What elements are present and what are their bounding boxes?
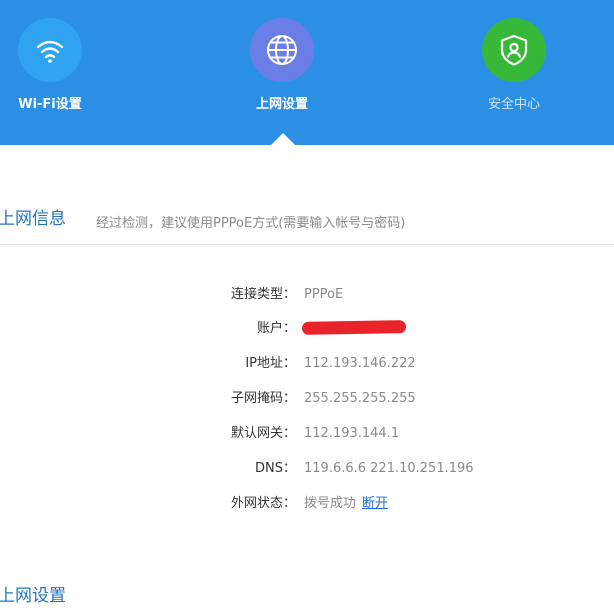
nav-label-security: 安全中心	[487, 97, 540, 112]
info-label: DNS：	[255, 461, 296, 476]
disconnect-link[interactable]: 断开	[362, 496, 388, 511]
active-tab-pointer	[271, 133, 295, 145]
account-redaction-mark	[301, 320, 407, 335]
info-row-default-gateway: 默认网关： 112.193.144.1	[0, 422, 614, 446]
info-label: IP地址：	[245, 356, 296, 371]
nav-security-center[interactable]: 安全中心	[454, 18, 574, 112]
info-value: 255.255.255.255	[304, 391, 416, 406]
globe-icon	[250, 18, 314, 82]
wifi-icon	[18, 18, 82, 82]
wan-status-text: 拨号成功	[304, 496, 357, 511]
info-row-wan-status: 外网状态： 拨号成功 断开	[0, 492, 614, 516]
info-value: 119.6.6.6 221.10.251.196	[304, 461, 474, 476]
nav-wifi-settings[interactable]: Wi-Fi设置	[0, 18, 110, 112]
detection-hint: 经过检测，建议使用PPPoE方式(需要输入帐号与密码)	[96, 216, 406, 231]
nav-internet-settings[interactable]: 上网设置	[222, 18, 342, 112]
info-row-dns: DNS： 119.6.6.6 221.10.251.196	[0, 457, 614, 481]
info-value: PPPoE	[304, 287, 344, 302]
info-label: 默认网关：	[230, 426, 296, 441]
info-row-connection-type: 连接类型： PPPoE	[0, 283, 614, 307]
info-value: 112.193.144.1	[304, 426, 400, 441]
info-row-ip-address: IP地址： 112.193.146.222	[0, 352, 614, 376]
info-value: 112.193.146.222	[304, 356, 416, 371]
info-label: 子网掩码：	[230, 391, 296, 406]
top-navigation-bar: Wi-Fi设置 上网设置 安全中心	[0, 0, 614, 145]
nav-label-internet: 上网设置	[255, 97, 308, 112]
info-value: 拨号成功 断开	[304, 492, 388, 516]
info-label: 外网状态：	[230, 496, 296, 511]
info-row-subnet-mask: 子网掩码： 255.255.255.255	[0, 387, 614, 411]
shield-user-icon	[482, 18, 546, 82]
internet-settings-title: 上网设置	[0, 586, 66, 606]
nav-label-wifi: Wi-Fi设置	[18, 97, 82, 112]
internet-info-title: 上网信息	[0, 209, 66, 229]
info-label: 连接类型：	[230, 287, 296, 302]
info-label: 账户：	[256, 321, 296, 336]
section-divider	[0, 244, 614, 245]
